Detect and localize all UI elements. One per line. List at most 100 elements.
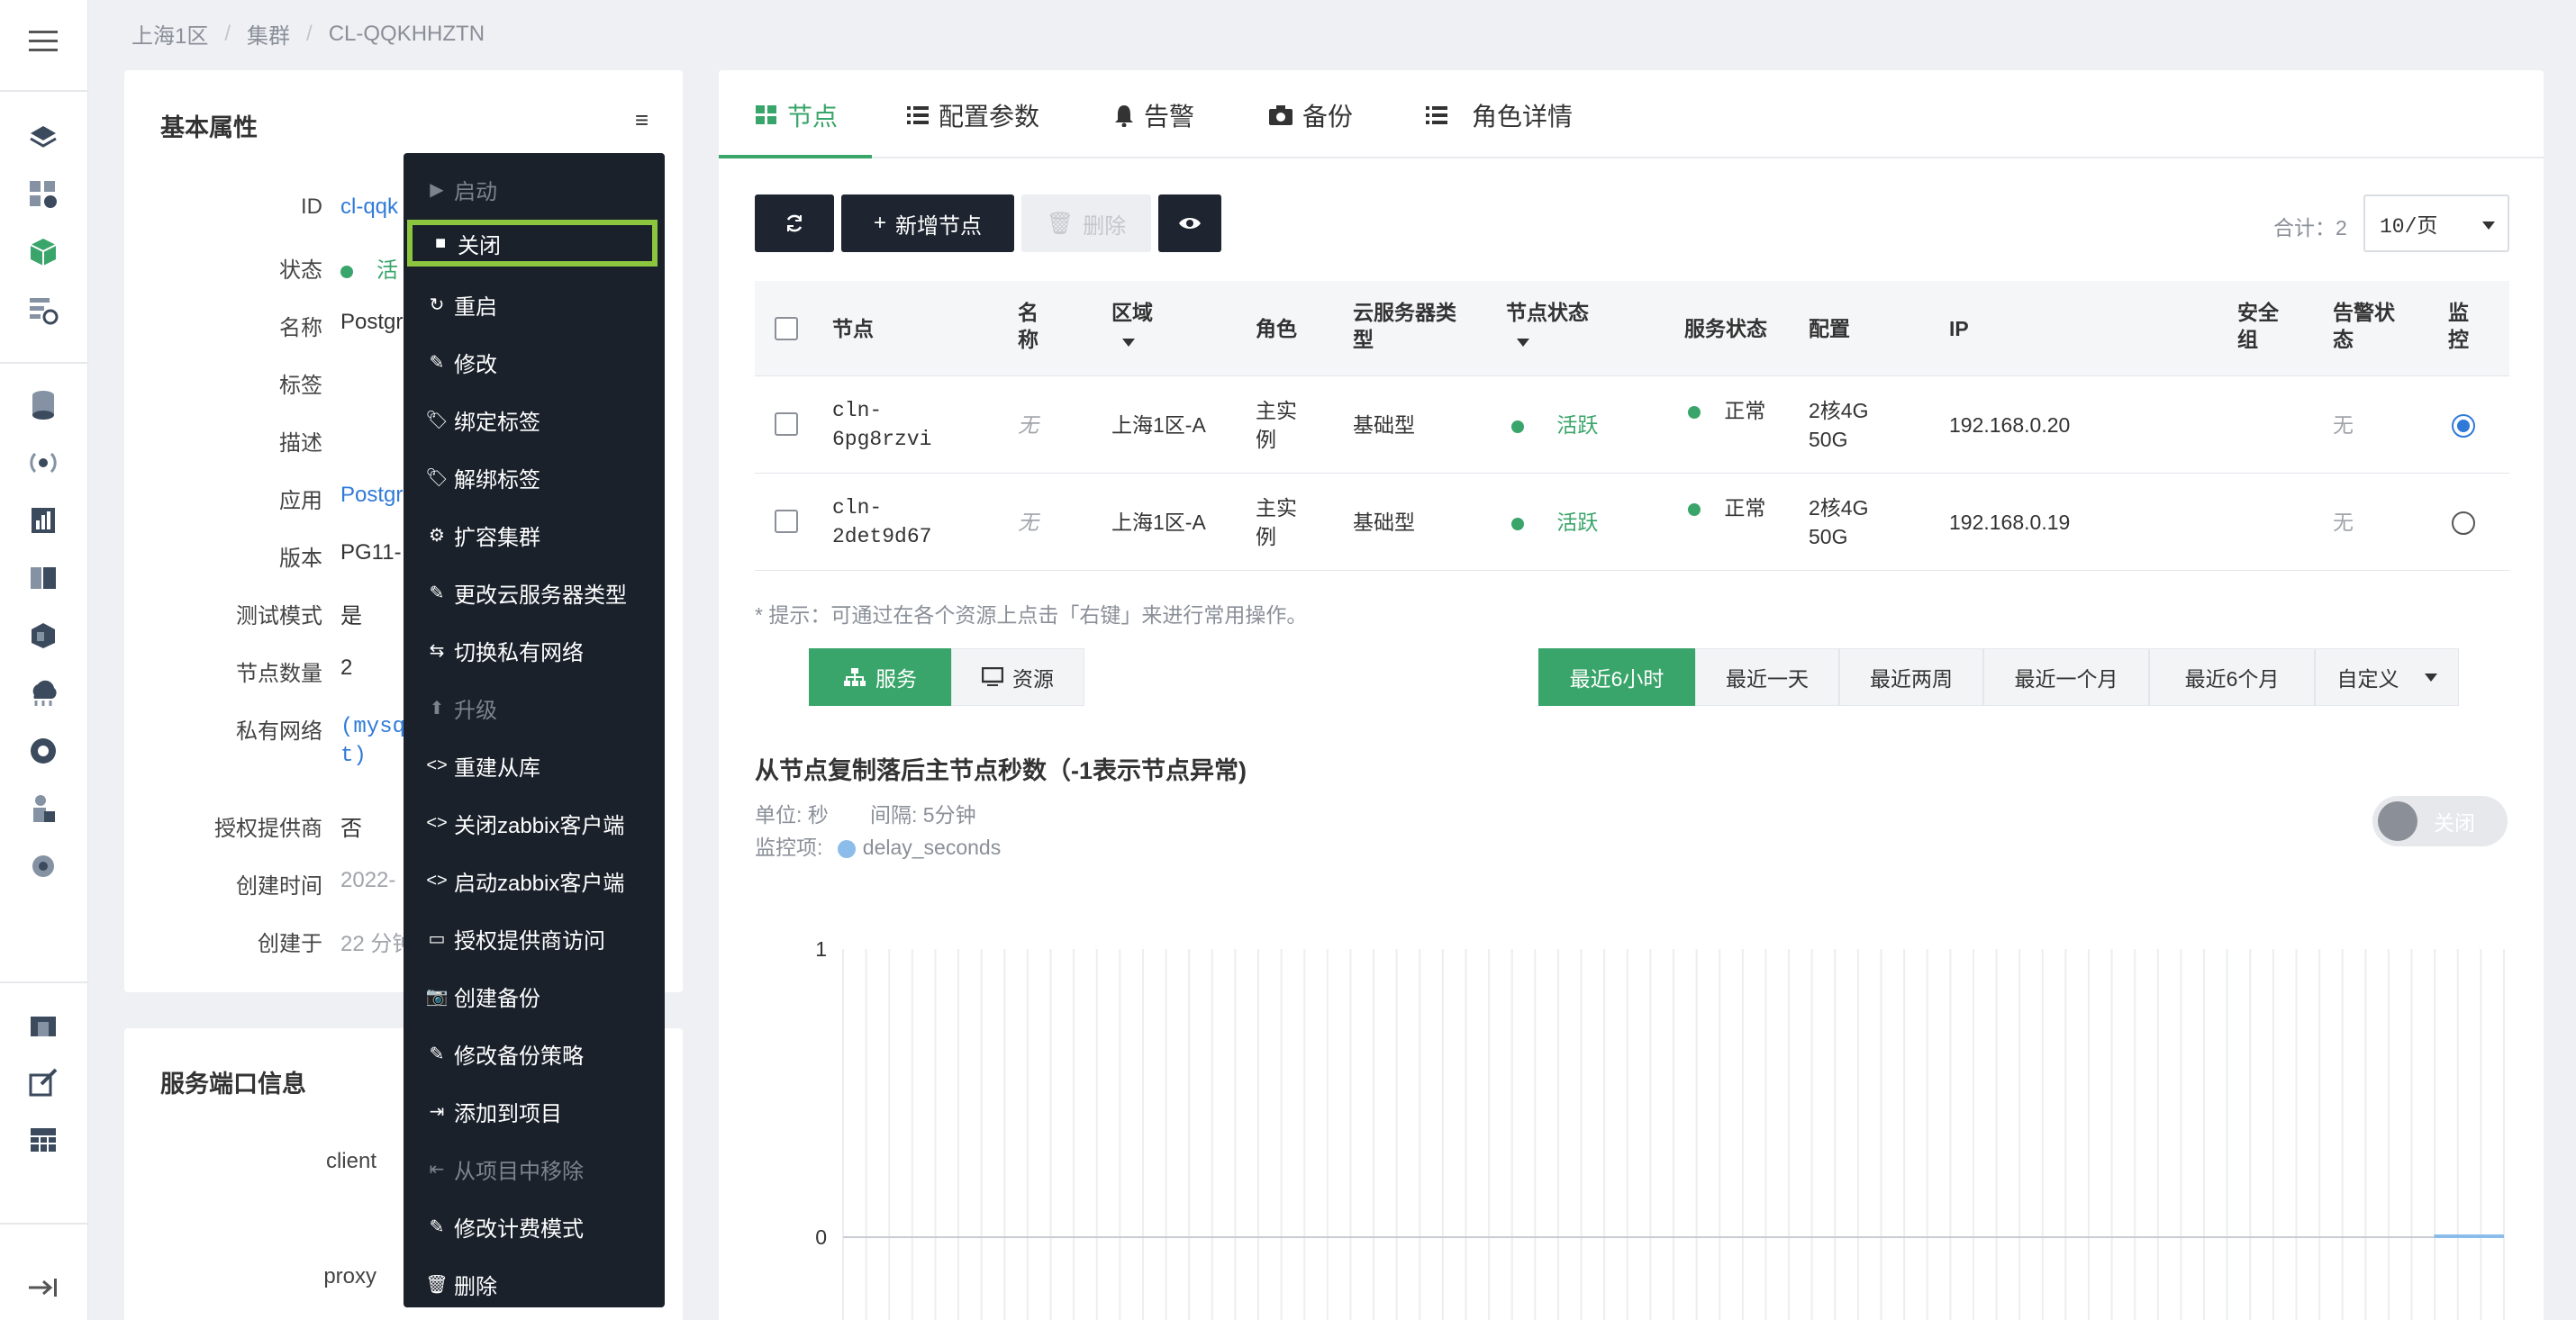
col-node-status[interactable]: 节点状态	[1506, 299, 1589, 353]
property-value[interactable]: (mysq t)	[340, 713, 405, 771]
user-lock-icon[interactable]	[25, 791, 61, 827]
tab-nodes[interactable]: 节点	[755, 97, 838, 133]
menu-item-icon: ✎	[429, 1216, 445, 1237]
node-id[interactable]: cln-6pg8rzvi	[832, 396, 958, 454]
package-icon[interactable]	[25, 618, 61, 654]
delete-button[interactable]: 🗑 删除	[1021, 194, 1151, 252]
table-row[interactable]: cln-2det9d67 无 上海1区-A 主实例 基础型 活跃 正常 2核4G…	[755, 474, 2509, 571]
dashboard-settings-icon[interactable]	[25, 176, 61, 212]
monitor-radio[interactable]	[2452, 511, 2475, 535]
property-value[interactable]: cl-qqk	[340, 194, 398, 220]
property-value: PG11-	[340, 540, 402, 565]
range-1m-button[interactable]: 最近一个月	[1983, 648, 2149, 706]
property-label: 状态	[279, 258, 322, 283]
row-checkbox[interactable]	[775, 412, 798, 436]
menu-item-3[interactable]: ✎ 修改	[404, 333, 665, 391]
node-name: 无	[1018, 511, 1039, 534]
col-name[interactable]: 名称	[1018, 299, 1045, 353]
service-view-button[interactable]: 服务	[809, 648, 951, 706]
range-1d-button[interactable]: 最近一天	[1695, 648, 1839, 706]
menu-icon[interactable]	[25, 23, 61, 59]
cube-icon[interactable]	[25, 234, 61, 270]
menu-item-0[interactable]: ▶ 启动	[404, 160, 665, 218]
col-role[interactable]: 角色	[1256, 315, 1297, 342]
status-dot	[1688, 405, 1701, 419]
menu-item-17[interactable]: ⇤ 从项目中移除	[404, 1140, 665, 1198]
add-node-button[interactable]: + 新增节点	[841, 194, 1014, 252]
view-toggle-button[interactable]	[1158, 194, 1221, 252]
property-value[interactable]: Postgr	[340, 483, 403, 508]
vpc-name[interactable]: (mysq	[340, 713, 405, 742]
menu-item-2[interactable]: ↻ 重启	[404, 276, 665, 333]
deploy-icon[interactable]	[25, 292, 61, 328]
menu-item-1[interactable]: ■ 关闭	[407, 220, 658, 267]
record-icon[interactable]	[25, 733, 61, 769]
tab-alarms[interactable]: 告警	[1113, 97, 1194, 133]
menu-item-16[interactable]: ⇥ 添加到项目	[404, 1082, 665, 1140]
menu-item-4[interactable]: 🏷 绑定标签	[404, 391, 665, 448]
col-config[interactable]: 配置	[1809, 315, 1850, 342]
tab-config[interactable]: 配置参数	[906, 97, 1039, 133]
refresh-button[interactable]	[755, 194, 834, 252]
resource-view-button[interactable]: 资源	[951, 648, 1084, 706]
row-checkbox[interactable]	[775, 510, 798, 533]
range-6m-button[interactable]: 最近6个月	[2149, 648, 2315, 706]
service-status-label: 正常	[1724, 496, 1766, 520]
building-icon[interactable]	[25, 1007, 61, 1043]
menu-item-15[interactable]: ✎ 修改备份策略	[404, 1025, 665, 1082]
col-zone[interactable]: 区域	[1111, 299, 1153, 353]
menu-item-6[interactable]: ⚙ 扩容集群	[404, 506, 665, 564]
menu-item-18[interactable]: ✎ 修改计费模式	[404, 1198, 665, 1255]
node-status-label: 活跃	[1556, 511, 1599, 534]
table-row[interactable]: cln-6pg8rzvi 无 上海1区-A 主实例 基础型 活跃 正常 2核4G…	[755, 376, 2509, 474]
page-size-select[interactable]: 10/页	[2363, 194, 2509, 252]
tab-role-details[interactable]: 角色详情	[1423, 97, 1573, 133]
range-custom-select[interactable]: 自定义	[2315, 648, 2459, 706]
menu-item-13[interactable]: ▭ 授权提供商访问	[404, 909, 665, 967]
legend-prefix: 监控项:	[755, 836, 823, 859]
col-node[interactable]: 节点	[832, 315, 874, 342]
menu-item-11[interactable]: <> 关闭zabbix客户端	[404, 794, 665, 852]
menu-item-12[interactable]: <> 启动zabbix客户端	[404, 852, 665, 909]
monitor-radio[interactable]	[2452, 414, 2475, 438]
collapse-icon[interactable]	[25, 1270, 61, 1306]
menu-item-5[interactable]: 🏷 解绑标签	[404, 448, 665, 506]
menu-item-14[interactable]: 📷 创建备份	[404, 967, 665, 1025]
gear-user-icon[interactable]	[25, 848, 61, 884]
card-menu-icon[interactable]: ≡	[635, 106, 649, 134]
range-2w-button[interactable]: 最近两周	[1839, 648, 1983, 706]
col-monitor[interactable]: 监控	[2448, 299, 2475, 353]
menu-item-8[interactable]: ⇆ 切换私有网络	[404, 621, 665, 679]
breadcrumb-clusters[interactable]: 集群	[247, 18, 290, 50]
legend-series-name[interactable]: delay_seconds	[863, 836, 1001, 859]
menu-item-7[interactable]: ✎ 更改云服务器类型	[404, 564, 665, 621]
layers-icon[interactable]	[25, 119, 61, 155]
select-all-checkbox[interactable]	[775, 317, 798, 340]
bar-chart-icon[interactable]	[25, 502, 61, 538]
col-vm-type[interactable]: 云服务器类型	[1353, 299, 1470, 353]
col-ip[interactable]: IP	[1949, 315, 1969, 342]
node-id[interactable]: cln-2det9d67	[832, 493, 958, 551]
range-6h-button[interactable]: 最近6小时	[1538, 648, 1695, 706]
chart-toggle[interactable]: 关闭	[2372, 796, 2508, 846]
col-alarm-status[interactable]: 告警状态	[2333, 299, 2405, 353]
menu-item-19[interactable]: 🗑 删除	[404, 1255, 665, 1313]
filter-caret-icon[interactable]	[1517, 339, 1529, 347]
tab-backup[interactable]: 备份	[1268, 97, 1353, 133]
book-icon[interactable]	[25, 560, 61, 596]
table-icon[interactable]	[25, 1122, 61, 1158]
col-service-status[interactable]: 服务状态	[1684, 315, 1767, 342]
col-security-group[interactable]: 安全组	[2237, 299, 2282, 353]
menu-item-10[interactable]: <> 重建从库	[404, 737, 665, 794]
table-header: 节点 名称 区域 角色 云服务器类型 节点状态 服务状态 配置 IP 安全组 告…	[755, 281, 2509, 376]
node-ip: 192.168.0.20	[1949, 413, 2071, 437]
signal-icon[interactable]	[25, 445, 61, 481]
menu-item-9[interactable]: ⬆ 升级	[404, 679, 665, 737]
database-icon[interactable]	[25, 387, 61, 423]
vpc-name-cont[interactable]: t)	[340, 742, 405, 771]
edit-external-icon[interactable]	[25, 1064, 61, 1100]
breadcrumb-zone[interactable]: 上海1区	[132, 18, 208, 50]
cloud-icon[interactable]	[25, 675, 61, 711]
col-zone-label: 区域	[1111, 301, 1153, 324]
filter-caret-icon[interactable]	[1122, 339, 1135, 347]
